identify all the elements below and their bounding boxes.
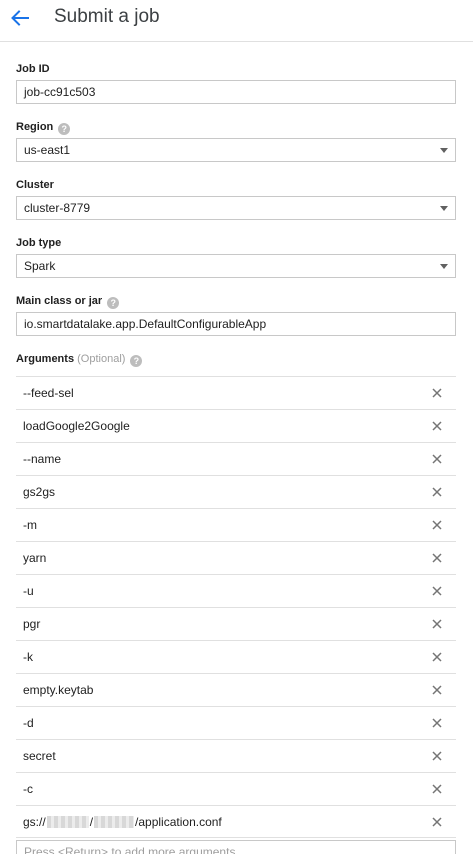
argument-row[interactable]: -k — [16, 640, 456, 673]
remove-argument-button[interactable] — [431, 717, 443, 729]
argument-value[interactable]: gs2gs — [23, 485, 55, 499]
close-icon — [432, 619, 442, 629]
argument-value[interactable]: empty.keytab — [23, 683, 93, 697]
argument-value[interactable]: gs:////application.conf — [23, 815, 222, 829]
argument-row[interactable]: --feed-sel — [16, 376, 456, 409]
redacted-text — [94, 816, 135, 828]
arguments-label: Arguments (Optional)? — [16, 353, 143, 367]
argument-value[interactable]: -u — [23, 584, 34, 598]
close-icon — [432, 784, 442, 794]
add-argument-input[interactable]: Press <Return> to add more arguments — [16, 840, 456, 854]
region-select[interactable]: us-east1 — [16, 138, 456, 162]
job-type-label: Job type — [16, 237, 62, 249]
main-class-label: Main class or jar? — [16, 295, 120, 309]
argument-row[interactable]: secret — [16, 739, 456, 772]
back-button[interactable] — [8, 6, 34, 30]
argument-row[interactable]: --name — [16, 442, 456, 475]
argument-value[interactable]: yarn — [23, 551, 46, 565]
cluster-value: cluster-8779 — [24, 201, 91, 215]
close-icon — [432, 553, 442, 563]
close-icon — [432, 388, 442, 398]
arrow-back-icon — [11, 10, 29, 26]
remove-argument-button[interactable] — [431, 651, 443, 663]
remove-argument-button[interactable] — [431, 420, 443, 432]
main-class-input[interactable]: io.smartdatalake.app.DefaultConfigurable… — [16, 312, 456, 336]
region-label: Region? — [16, 121, 71, 135]
argument-value[interactable]: secret — [23, 749, 56, 763]
argument-value[interactable]: pgr — [23, 617, 40, 631]
close-icon — [432, 718, 442, 728]
argument-value[interactable]: --feed-sel — [23, 386, 74, 400]
remove-argument-button[interactable] — [431, 552, 443, 564]
argument-row[interactable]: -u — [16, 574, 456, 607]
remove-argument-button[interactable] — [431, 783, 443, 795]
remove-argument-button[interactable] — [431, 519, 443, 531]
optional-hint: (Optional) — [77, 353, 126, 365]
remove-argument-button[interactable] — [431, 618, 443, 630]
job-id-label: Job ID — [16, 63, 50, 75]
close-icon — [432, 751, 442, 761]
remove-argument-button[interactable] — [431, 585, 443, 597]
close-icon — [432, 652, 442, 662]
close-icon — [432, 685, 442, 695]
argument-row[interactable]: yarn — [16, 541, 456, 574]
help-icon[interactable]: ? — [130, 355, 143, 367]
argument-value[interactable]: loadGoogle2Google — [23, 419, 130, 433]
job-type-select[interactable]: Spark — [16, 254, 456, 278]
dropdown-arrow-icon — [440, 206, 448, 211]
argument-value[interactable]: -c — [23, 782, 33, 796]
job-type-value: Spark — [24, 259, 56, 273]
dropdown-arrow-icon — [440, 264, 448, 269]
redacted-text — [46, 816, 89, 828]
argument-value[interactable]: -m — [23, 518, 37, 532]
argument-row[interactable]: -c — [16, 772, 456, 805]
argument-row[interactable]: loadGoogle2Google — [16, 409, 456, 442]
remove-argument-button[interactable] — [431, 684, 443, 696]
close-icon — [432, 520, 442, 530]
remove-argument-button[interactable] — [431, 750, 443, 762]
arguments-list: --feed-sel loadGoogle2Google --name gs2gs -m… — [16, 376, 456, 838]
close-icon — [432, 421, 442, 431]
remove-argument-button[interactable] — [431, 816, 443, 828]
remove-argument-button[interactable] — [431, 453, 443, 465]
header: Submit a job — [0, 0, 473, 42]
cluster-select[interactable]: cluster-8779 — [16, 196, 456, 220]
argument-row[interactable]: pgr — [16, 607, 456, 640]
close-icon — [432, 454, 442, 464]
dropdown-arrow-icon — [440, 148, 448, 153]
close-icon — [432, 487, 442, 497]
remove-argument-button[interactable] — [431, 486, 443, 498]
job-id-input[interactable]: job-cc91c503 — [16, 80, 456, 104]
page-title: Submit a job — [54, 6, 160, 27]
argument-row[interactable]: gs:////application.conf — [16, 805, 456, 838]
argument-value[interactable]: --name — [23, 452, 61, 466]
cluster-label: Cluster — [16, 179, 54, 191]
argument-row[interactable]: empty.keytab — [16, 673, 456, 706]
help-icon[interactable]: ? — [58, 123, 71, 135]
argument-row[interactable]: gs2gs — [16, 475, 456, 508]
argument-value[interactable]: -d — [23, 716, 34, 730]
argument-row[interactable]: -m — [16, 508, 456, 541]
close-icon — [432, 817, 442, 827]
argument-value[interactable]: -k — [23, 650, 33, 664]
remove-argument-button[interactable] — [431, 387, 443, 399]
region-value: us-east1 — [24, 143, 71, 157]
help-icon[interactable]: ? — [107, 297, 120, 309]
close-icon — [432, 586, 442, 596]
argument-row[interactable]: -d — [16, 706, 456, 739]
